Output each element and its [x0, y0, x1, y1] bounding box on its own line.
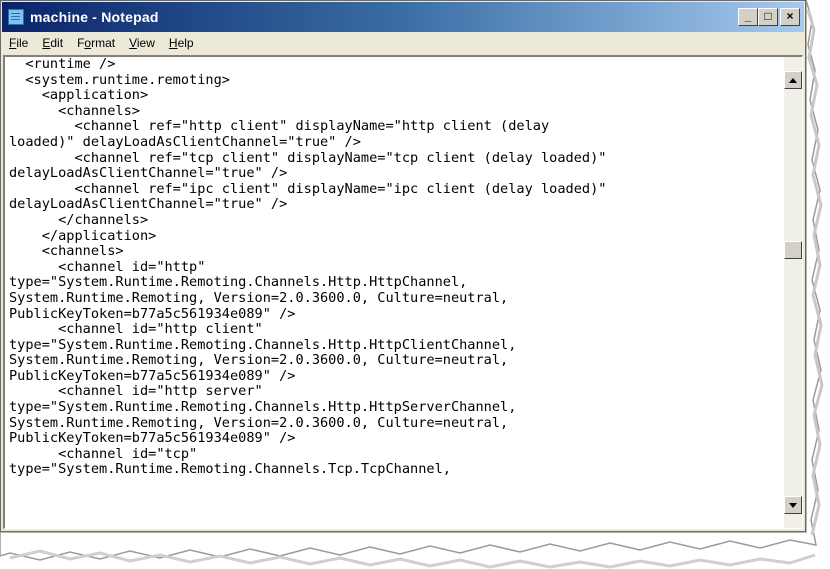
notepad-window: machine - Notepad _ □ × File Edit Format… [0, 0, 806, 532]
text-line[interactable]: <runtime /> [9, 57, 782, 73]
text-line[interactable]: </application> [9, 228, 782, 245]
text-line[interactable]: type="System.Runtime.Remoting.Channels.H… [9, 399, 782, 416]
window-controls: _ □ × [738, 8, 800, 26]
text-line[interactable]: <channel id="http client" [9, 321, 782, 338]
text-line[interactable]: type="System.Runtime.Remoting.Channels.T… [9, 462, 782, 478]
scroll-up-button[interactable] [784, 71, 802, 89]
text-line[interactable]: System.Runtime.Remoting, Version=2.0.360… [9, 415, 782, 432]
close-button[interactable]: × [780, 8, 800, 26]
maximize-button[interactable]: □ [758, 8, 778, 26]
vertical-scrollbar[interactable] [784, 57, 802, 528]
window-title: machine - Notepad [30, 9, 159, 25]
text-line[interactable]: delayLoadAsClientChannel="true" /> [9, 166, 782, 182]
text-line[interactable]: loaded)" delayLoadAsClientChannel="true"… [9, 134, 782, 151]
scroll-thumb[interactable] [784, 241, 802, 259]
menu-format[interactable]: Format [70, 36, 122, 50]
text-line[interactable]: <channel id="http server" [9, 384, 782, 400]
text-line[interactable]: <application> [9, 88, 782, 104]
arrow-down-icon [789, 502, 797, 508]
minimize-button[interactable]: _ [738, 8, 758, 26]
text-line[interactable]: type="System.Runtime.Remoting.Channels.H… [9, 275, 782, 291]
text-line[interactable]: <channels> [9, 244, 782, 260]
text-line[interactable]: <channel id="tcp" [9, 446, 782, 463]
text-line[interactable]: <channels> [9, 103, 782, 120]
text-line[interactable]: System.Runtime.Remoting, Version=2.0.360… [9, 290, 782, 307]
title-bar[interactable]: machine - Notepad _ □ × [2, 2, 804, 32]
text-line[interactable]: <channel ref="http client" displayName="… [9, 119, 782, 135]
menu-file[interactable]: File [2, 36, 35, 50]
text-editor[interactable]: <runtime /> <system.runtime.remoting> <a… [3, 55, 803, 529]
text-line[interactable]: delayLoadAsClientChannel="true" /> [9, 197, 782, 213]
text-line[interactable]: PublicKeyToken=b77a5c561934e089" /> [9, 368, 782, 385]
text-line[interactable]: <system.runtime.remoting> [9, 72, 782, 89]
scroll-down-button[interactable] [784, 496, 802, 514]
text-line[interactable]: System.Runtime.Remoting, Version=2.0.360… [9, 353, 782, 369]
arrow-up-icon [789, 77, 797, 83]
document-text[interactable]: <runtime /> <system.runtime.remoting> <a… [9, 57, 782, 528]
text-line[interactable]: PublicKeyToken=b77a5c561934e089" /> [9, 431, 782, 447]
text-line[interactable]: <channel id="http" [9, 259, 782, 276]
text-line[interactable]: </channels> [9, 212, 782, 229]
text-line[interactable]: <channel ref="tcp client" displayName="t… [9, 150, 782, 167]
notepad-icon[interactable] [8, 9, 24, 25]
menu-help[interactable]: Help [162, 36, 201, 50]
text-line[interactable]: <channel ref="ipc client" displayName="i… [9, 181, 782, 198]
text-line[interactable]: type="System.Runtime.Remoting.Channels.H… [9, 337, 782, 354]
text-line[interactable]: PublicKeyToken=b77a5c561934e089" /> [9, 306, 782, 323]
menu-bar: File Edit Format View Help [2, 33, 804, 53]
menu-edit[interactable]: Edit [35, 36, 70, 50]
menu-view[interactable]: View [122, 36, 162, 50]
